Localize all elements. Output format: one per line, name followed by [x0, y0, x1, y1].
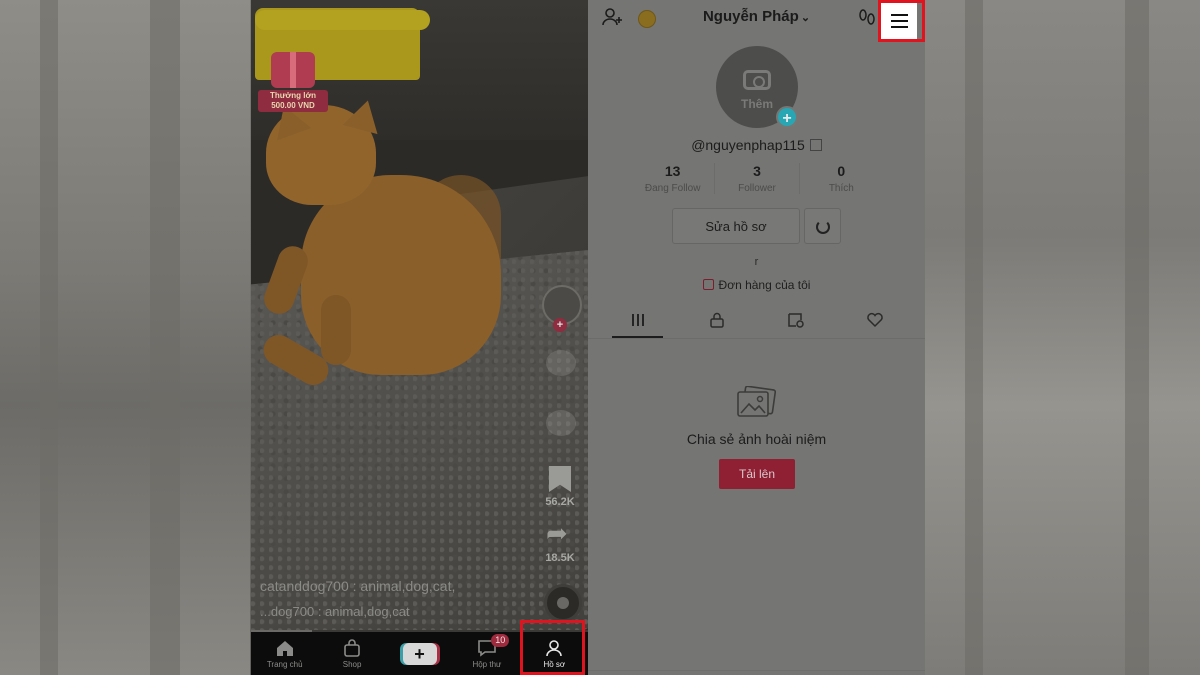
stat-followers-value: 3: [753, 163, 761, 179]
nav-home[interactable]: Trang chủ: [251, 632, 318, 675]
stat-following-value: 13: [664, 163, 681, 179]
upload-button[interactable]: Tải lên: [719, 459, 795, 489]
stat-followers[interactable]: 3 Follower: [714, 163, 798, 194]
gift-promo-label: Thưởng lớn 500.00 VND: [258, 90, 328, 112]
my-orders-link[interactable]: Đơn hàng của tôi: [588, 278, 925, 292]
my-orders-label: Đơn hàng của tôi: [718, 278, 811, 292]
comment-icon[interactable]: [546, 410, 576, 436]
profile-handle-text: @nguyenphap115: [691, 137, 805, 153]
nav-inbox-label: Hộp thư: [472, 660, 502, 669]
camera-icon: [743, 70, 771, 90]
gift-promo[interactable]: Thưởng lớn 500.00 VND: [258, 52, 328, 117]
share-icon[interactable]: ➦: [546, 520, 568, 546]
profile-top-bar: Nguyễn Pháp ⌄: [588, 0, 925, 39]
tab-private[interactable]: [677, 306, 756, 338]
tab-reposts[interactable]: [757, 306, 836, 338]
bookmark-count: 56.2K: [545, 496, 575, 508]
bag-icon: [702, 279, 714, 290]
stat-likes-value: 0: [837, 163, 846, 179]
nav-inbox[interactable]: 10 Hộp thư: [453, 632, 520, 675]
like-heart-icon[interactable]: [546, 350, 576, 376]
liked-icon: [866, 312, 884, 333]
tab-liked[interactable]: [836, 306, 915, 338]
nav-home-label: Trang chủ: [266, 660, 303, 669]
gift-icon: [271, 52, 315, 88]
profile-username-text: Nguyễn Pháp: [702, 8, 799, 25]
chevron-down-icon: ⌄: [800, 12, 811, 24]
bottom-divider: [588, 670, 925, 671]
lock-icon: [710, 312, 724, 333]
profile-handle[interactable]: @nguyenphap115: [588, 137, 925, 153]
profile-stats: 13 Đang Follow 3 Follower 0 Thích: [631, 163, 883, 194]
background-pillar: [150, 0, 180, 675]
shop-bag-icon: [341, 638, 363, 658]
background-right-blur: [925, 0, 1200, 675]
stat-likes[interactable]: 0 Thích: [798, 163, 883, 194]
stat-followers-label: Follower: [738, 183, 776, 194]
video-caption[interactable]: catanddog700 : animal,dog,cat,: [260, 578, 455, 594]
stat-likes-label: Thích: [828, 183, 854, 194]
cat-image: [258, 95, 531, 395]
highlight-menu-button: [878, 0, 925, 42]
tab-divider: [588, 338, 925, 339]
footprints-icon[interactable]: [858, 8, 876, 33]
qr-code-icon[interactable]: [809, 139, 822, 151]
follow-plus-icon[interactable]: +: [553, 318, 567, 332]
home-icon: [274, 638, 296, 658]
tab-videos[interactable]: [598, 306, 677, 338]
nav-create[interactable]: +: [386, 632, 453, 675]
background-pillar: [965, 0, 983, 675]
plus-icon: +: [402, 642, 437, 665]
profile-bio: r: [754, 256, 759, 268]
empty-state-title: Chia sẻ ảnh hoài niệm: [686, 431, 827, 447]
background-pillar: [1125, 0, 1149, 675]
nav-shop-label: Shop: [342, 660, 362, 669]
share-count: 18.5K: [545, 552, 575, 564]
edit-profile-button[interactable]: Sửa hồ sơ: [672, 208, 800, 244]
background-left-blur: [0, 0, 250, 675]
stat-following[interactable]: 13 Đang Follow: [631, 163, 714, 194]
highlight-profile-tab: [520, 620, 585, 675]
video-caption-secondary: ...dog700 : animal,dog,cat: [260, 604, 410, 619]
stat-following-label: Đang Follow: [644, 183, 701, 194]
grid-icon: [630, 313, 646, 332]
profile-tabs: [598, 306, 915, 338]
find-friends-icon[interactable]: [804, 208, 841, 244]
photos-icon: [736, 385, 777, 418]
repost-icon: [787, 312, 805, 333]
nav-shop[interactable]: Shop: [318, 632, 385, 675]
music-disc-icon[interactable]: [544, 584, 582, 622]
background-pillar: [40, 0, 58, 675]
profile-screen: Nguyễn Pháp ⌄ Thêm + @nguyenphap115 13 Đa…: [588, 0, 925, 675]
inbox-badge: 10: [491, 634, 510, 647]
avatar-add-icon[interactable]: +: [776, 106, 798, 128]
